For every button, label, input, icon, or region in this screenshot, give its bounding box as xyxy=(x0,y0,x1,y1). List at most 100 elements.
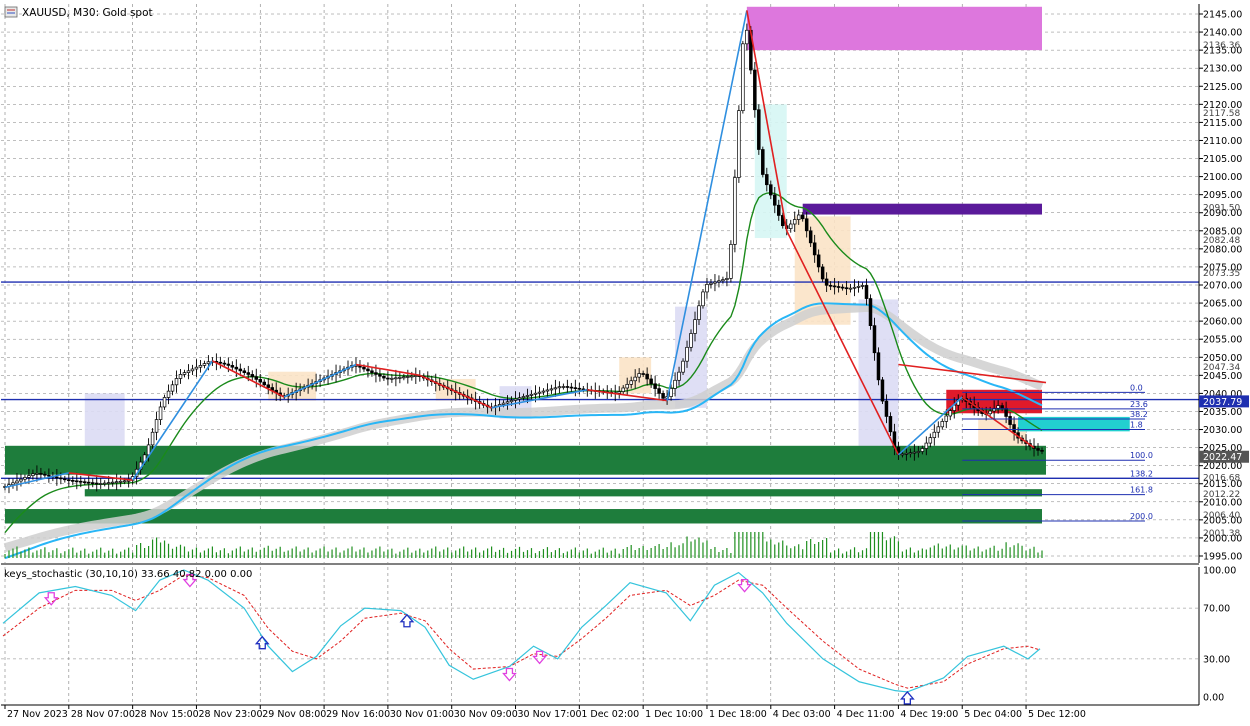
fib-level-label: 38.2 xyxy=(1130,410,1148,419)
price-tick-label: 2130.00 xyxy=(1203,64,1242,75)
price-tick-label: 2065.00 xyxy=(1203,299,1242,310)
price-tick-label: 2100.00 xyxy=(1203,172,1242,183)
candle-body xyxy=(653,383,657,389)
candle-body xyxy=(501,402,506,405)
price-tick-label: 1995.00 xyxy=(1203,552,1242,563)
candle-body xyxy=(114,481,119,484)
candle-body xyxy=(122,480,127,483)
price-tick-label: 2145.00 xyxy=(1203,10,1242,21)
time-axis-label: 28 Nov 07:00 xyxy=(71,709,135,720)
candle-body xyxy=(362,366,366,370)
candle-body xyxy=(1012,424,1016,434)
candle-body xyxy=(258,379,263,383)
candle-body xyxy=(769,184,773,196)
candle-body xyxy=(565,386,570,388)
candle-body xyxy=(94,482,99,485)
supply-zone-pink xyxy=(746,6,1042,51)
candle-body xyxy=(118,480,123,483)
candle-body xyxy=(689,333,693,348)
candle-body xyxy=(693,319,697,334)
chart-window[interactable]: 0.0 23.6 38.2 1.8 100.0 138.2 161.8 200.0 2145.… xyxy=(0,0,1250,723)
chart-title: XAUUSD, M30: Gold spot xyxy=(22,7,153,19)
price-tick-label: 2095.00 xyxy=(1203,190,1242,201)
candle-body xyxy=(916,451,921,453)
candle-body xyxy=(186,370,191,373)
candle-body xyxy=(721,279,725,282)
candle-body xyxy=(812,242,817,256)
candle-body xyxy=(940,421,945,428)
candle-body xyxy=(39,472,43,475)
candle-body xyxy=(948,410,953,417)
candle-body xyxy=(625,384,629,389)
candle-body xyxy=(944,415,949,422)
indicator-title: keys_stochastic (30,10,10) 33.66 40.82 0… xyxy=(4,569,252,580)
candle-body xyxy=(880,379,885,402)
candle-body xyxy=(370,370,374,373)
candle-body xyxy=(788,223,793,229)
price-label: 2001.38 xyxy=(1203,529,1240,539)
candle-body xyxy=(382,375,386,379)
candle-body xyxy=(1004,407,1008,417)
indicator-tick-label: 70.00 xyxy=(1203,604,1230,615)
price-tick-label: 2060.00 xyxy=(1203,317,1242,328)
candle-body xyxy=(852,286,857,289)
candle-body xyxy=(729,244,733,279)
candle-body xyxy=(753,69,757,111)
candle-body xyxy=(745,29,749,45)
candle-body xyxy=(59,477,63,480)
candle-body xyxy=(226,363,231,366)
price-tick-label: 2035.00 xyxy=(1203,407,1242,418)
price-label: 2136.36 xyxy=(1203,41,1240,51)
candle-body xyxy=(860,285,865,287)
candle-body xyxy=(202,363,207,366)
candle-body xyxy=(15,480,19,484)
candle-body xyxy=(242,370,247,373)
candle-body xyxy=(932,431,937,439)
candle-body xyxy=(649,378,653,385)
price-label: 2082.48 xyxy=(1203,236,1240,246)
time-axis-label: 4 Dec 03:00 xyxy=(773,709,831,720)
candle-body xyxy=(824,278,829,286)
time-axis-label: 4 Dec 19:00 xyxy=(900,709,958,720)
candle-body xyxy=(266,384,270,388)
candle-body xyxy=(47,474,51,477)
candle-body xyxy=(410,375,414,378)
current-price-label: 2022.47 xyxy=(1203,452,1242,463)
candle-body xyxy=(19,478,23,482)
candle-body xyxy=(146,444,151,456)
candle-body xyxy=(796,214,801,220)
time-axis-label: 30 Nov 01:00 xyxy=(390,709,454,720)
candle-body xyxy=(110,481,115,484)
candle-body xyxy=(246,372,251,375)
price-chart[interactable]: 0.0 23.638.2 1.8 100.0 138.2 161.8 200.0 2145.… xyxy=(0,0,1250,723)
candle-body xyxy=(63,478,67,481)
candle-body xyxy=(541,390,546,393)
candle-body xyxy=(75,480,79,483)
candle-body xyxy=(158,406,163,420)
candle-body xyxy=(617,391,621,394)
candle-body xyxy=(150,431,155,446)
candle-body xyxy=(864,285,869,299)
candle-body xyxy=(900,453,905,456)
candle-body xyxy=(67,479,71,482)
candle-body xyxy=(390,377,394,380)
candle-body xyxy=(374,372,378,375)
candle-body xyxy=(230,365,235,368)
candle-body xyxy=(765,174,769,186)
candle-body xyxy=(920,448,925,452)
candle-body xyxy=(386,377,390,380)
candle-body xyxy=(773,194,777,206)
candle-body xyxy=(43,473,47,476)
candle-body xyxy=(166,390,171,398)
candle-body xyxy=(513,398,518,401)
candle-body xyxy=(525,395,530,397)
candle-body xyxy=(657,388,661,394)
price-tick-label: 2070.00 xyxy=(1203,281,1242,292)
candle-body xyxy=(1040,449,1044,452)
candle-body xyxy=(1000,405,1004,409)
price-label: 2016.68 xyxy=(1203,474,1240,484)
time-axis-label: 29 Nov 16:00 xyxy=(326,709,390,720)
candle-body xyxy=(777,204,781,216)
candle-body xyxy=(31,473,35,476)
candle-body xyxy=(868,298,873,326)
